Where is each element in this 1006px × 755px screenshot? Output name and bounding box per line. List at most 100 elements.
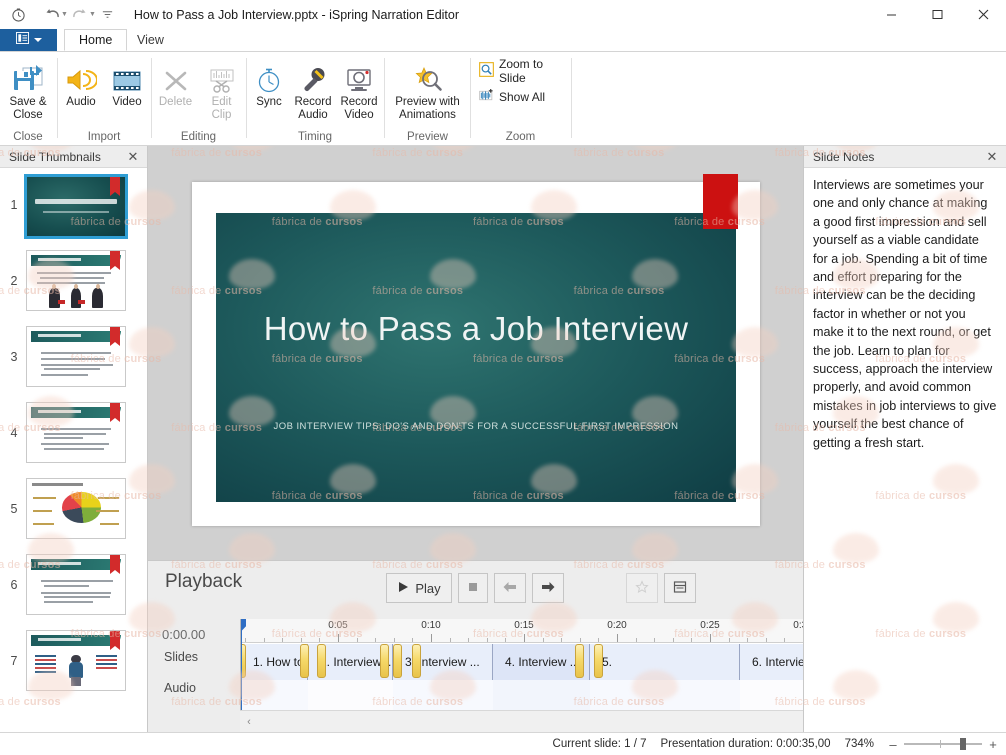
audio-cell[interactable]	[493, 680, 590, 710]
zoom-slider-knob[interactable]	[960, 738, 966, 750]
thumbnail-image	[26, 554, 126, 615]
ruler-tick	[263, 638, 265, 642]
file-menu-icon	[15, 31, 29, 49]
ruler-tick	[282, 638, 284, 642]
audio-cell[interactable]	[393, 680, 493, 710]
scroll-left-icon[interactable]: ‹	[240, 716, 258, 728]
preview-with-animations-icon	[411, 60, 445, 94]
thumbnail-slide-6[interactable]: 6	[0, 554, 147, 630]
previous-slide-button[interactable]	[494, 573, 526, 603]
thumbnail-image	[26, 326, 126, 387]
stop-button[interactable]	[458, 573, 488, 603]
redo-dropdown-icon[interactable]: ▼	[89, 11, 96, 18]
close-button[interactable]	[960, 0, 1006, 29]
ruler-label: 0:05	[328, 620, 348, 631]
timeline-playhead[interactable]	[241, 619, 246, 710]
ribbon-group-editing: Delete Edit Clip Editing	[152, 52, 245, 146]
zoom-out-button[interactable]: –	[888, 737, 898, 752]
tab-view[interactable]: View	[122, 29, 179, 51]
ribbon-group-preview: Preview with Animations Preview	[385, 52, 470, 146]
playback-timeline-area: Playback Play 0:00.00 Slides Audio 0:05 …	[148, 560, 803, 732]
thumbnail-slide-5[interactable]: 5	[0, 478, 147, 554]
ruler-tick-major	[710, 634, 711, 642]
ruler-tick-major	[431, 634, 432, 642]
animation-marker[interactable]	[380, 644, 389, 678]
thumbnail-number: 2	[10, 274, 18, 288]
thumbnail-slide-4[interactable]: 4	[0, 402, 147, 478]
save-and-close-button[interactable]: Save & Close	[0, 56, 56, 121]
slide-canvas: How to Pass a Job Interview JOB INTERVIE…	[216, 213, 736, 502]
ruler-tick	[598, 638, 600, 642]
ribbon-group-import-label: Import	[87, 131, 121, 143]
ruler-tick	[747, 638, 749, 642]
undo-dropdown-icon[interactable]: ▼	[61, 11, 68, 18]
playback-controls: Play	[386, 573, 564, 603]
zoom-slider[interactable]: – +	[888, 737, 998, 752]
ribbon-group-zoom-label: Zoom	[505, 131, 536, 143]
audio-cell[interactable]	[590, 680, 740, 710]
preview-with-animations-button[interactable]: Preview with Animations	[386, 56, 470, 121]
tab-home[interactable]: Home	[64, 29, 128, 51]
thumbnail-number: 1	[10, 198, 18, 212]
zoom-to-slide-button[interactable]: Zoom to Slide	[475, 57, 570, 85]
zoom-in-button[interactable]: +	[988, 737, 998, 752]
ribbon-group-import: Audio Video Import	[58, 52, 150, 146]
window-controls	[868, 0, 1006, 29]
audio-cell[interactable]	[241, 680, 308, 710]
thumbnail-slide-7[interactable]: 7	[0, 630, 147, 706]
next-icon	[541, 581, 555, 596]
timeline-segment[interactable]: 1. How to Pa...	[241, 644, 308, 680]
timeline-horizontal-scrollbar[interactable]: ‹	[240, 710, 803, 732]
tab-home-label: Home	[79, 33, 113, 47]
playback-timecode: 0:00.00	[162, 627, 206, 642]
minimize-button[interactable]	[868, 0, 914, 29]
maximize-button[interactable]	[914, 0, 960, 29]
animation-marker[interactable]	[594, 644, 603, 678]
audio-cell[interactable]	[308, 680, 393, 710]
edit-clip-button[interactable]: Edit Clip	[199, 56, 245, 121]
show-all-icon	[479, 88, 494, 106]
timeline-segment[interactable]: 5.	[590, 644, 740, 680]
timeline-track[interactable]: 0:05 0:10 0:15 0:20 0:25 0:30 0:35 0:40 …	[240, 619, 803, 710]
zoom-slider-track[interactable]	[904, 738, 982, 750]
ruler-tick	[468, 638, 470, 642]
file-menu-button[interactable]	[0, 29, 57, 51]
customize-qat-icon[interactable]	[96, 4, 120, 26]
toggle-notes-button[interactable]	[664, 573, 696, 603]
slide-thumbnails-title: Slide Thumbnails	[9, 149, 101, 164]
show-all-button[interactable]: Show All	[475, 86, 549, 108]
timer-icon[interactable]	[6, 4, 30, 26]
play-button[interactable]: Play	[386, 573, 452, 603]
timeline-segment[interactable]: 3. Interview ...	[393, 644, 493, 680]
slide-paper: How to Pass a Job Interview JOB INTERVIE…	[192, 174, 760, 526]
audio-track-row[interactable]	[241, 680, 803, 710]
prev-icon	[503, 581, 517, 596]
timeline-segment[interactable]: 6. Interview ...	[740, 644, 803, 680]
delete-icon	[162, 60, 190, 94]
animation-marker[interactable]	[575, 644, 584, 678]
animations-button[interactable]	[626, 573, 658, 603]
zoom-percent-label: 734%	[844, 738, 874, 750]
import-video-button[interactable]: Video	[104, 56, 150, 109]
close-icon[interactable]: ✕	[125, 149, 141, 165]
animation-marker[interactable]	[412, 644, 421, 678]
audio-icon	[65, 60, 97, 94]
record-video-icon	[344, 60, 374, 94]
ruler-tick	[635, 638, 637, 642]
animation-marker[interactable]	[300, 644, 309, 678]
animation-marker[interactable]	[317, 644, 326, 678]
thumbnail-slide-2[interactable]: 2	[0, 250, 147, 326]
slide-thumbnails-list[interactable]: 1 2 3 4 5 6 7	[0, 168, 147, 732]
ribbon-group-zoom: Zoom to Slide Show All Zoom	[471, 52, 570, 146]
slide-notes-text[interactable]: Interviews are sometimes your one and on…	[804, 168, 1006, 460]
close-icon[interactable]: ✕	[984, 149, 1000, 165]
audio-cell[interactable]	[740, 680, 803, 710]
record-video-button[interactable]: Record Video	[336, 56, 382, 121]
thumbnail-slide-1[interactable]: 1	[0, 174, 147, 250]
timeline-ruler[interactable]: 0:05 0:10 0:15 0:20 0:25 0:30 0:35 0:40	[241, 619, 803, 643]
next-slide-button[interactable]	[532, 573, 564, 603]
animation-marker[interactable]	[393, 644, 402, 678]
notes-icon	[673, 580, 687, 597]
thumbnail-slide-3[interactable]: 3	[0, 326, 147, 402]
zoom-slider-midpoint	[940, 740, 941, 748]
